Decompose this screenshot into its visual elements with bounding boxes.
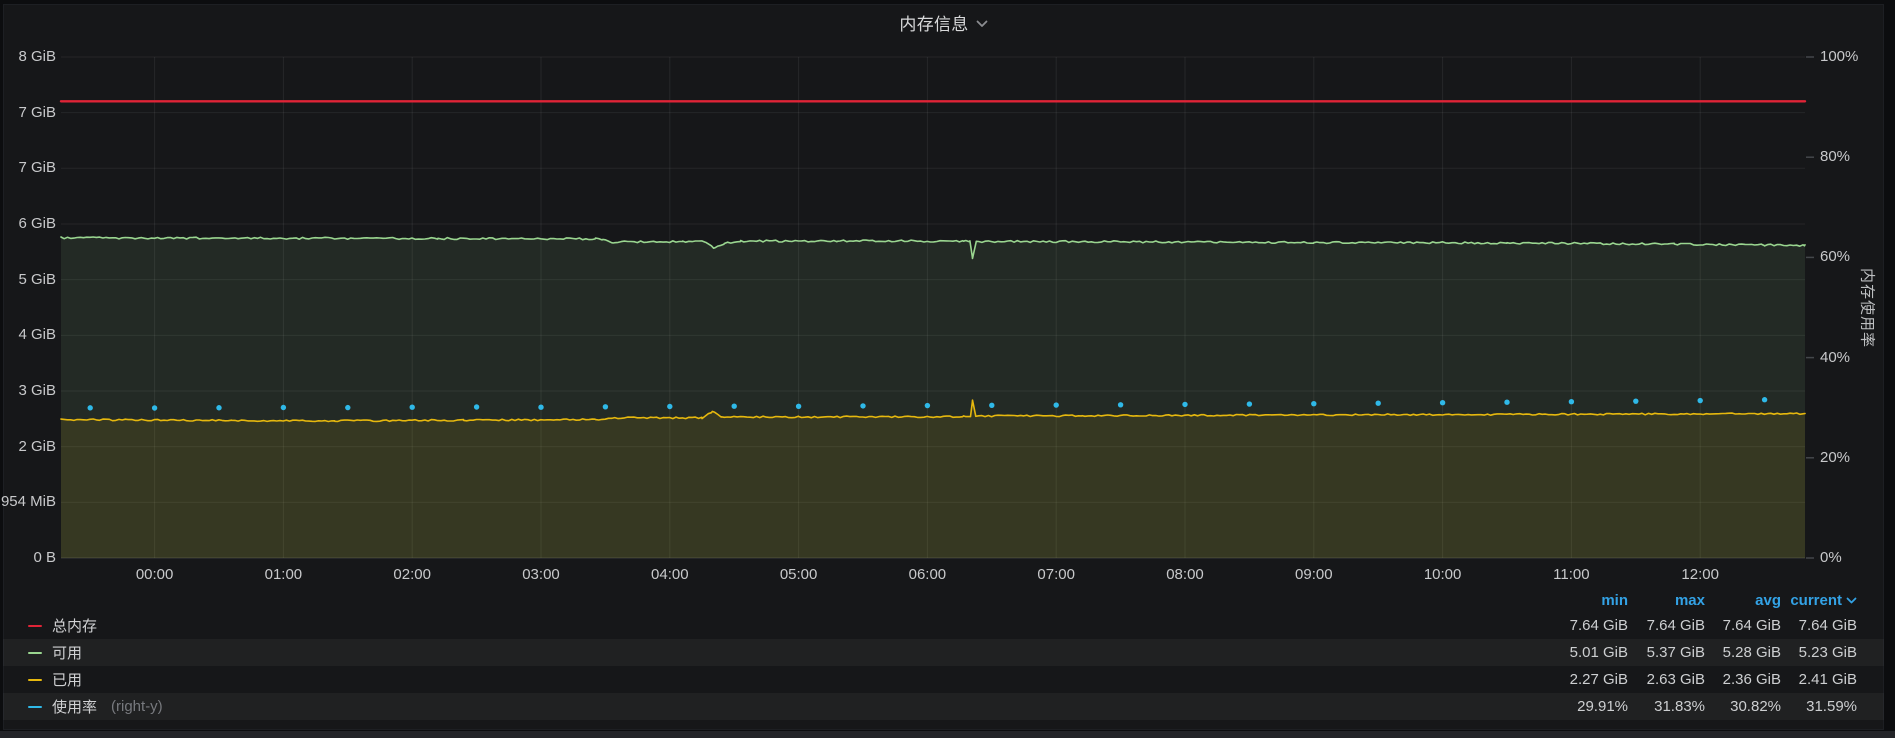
memory-usage-chart bbox=[0, 0, 1895, 590]
series-point-usage-rate bbox=[732, 403, 737, 408]
x-axis-label: 08:00 bbox=[1149, 566, 1221, 584]
legend-value-min: 2.27 GiB bbox=[1550, 671, 1628, 688]
series-name-used[interactable]: 已用 bbox=[52, 669, 82, 690]
y-axis-left-label: 7 GiB bbox=[0, 159, 56, 177]
legend-value-avg: 5.28 GiB bbox=[1705, 644, 1781, 661]
x-axis-label: 00:00 bbox=[119, 566, 191, 584]
y-axis-left-label: 954 MiB bbox=[0, 493, 56, 511]
legend-row-total-memory: 总内存 7.64 GiB 7.64 GiB 7.64 GiB 7.64 GiB bbox=[3, 612, 1884, 639]
legend-header-avg[interactable]: avg bbox=[1705, 592, 1781, 609]
series-point-usage-rate bbox=[796, 404, 801, 409]
series-point-usage-rate bbox=[345, 405, 350, 410]
series-axis-suffix: (right-y) bbox=[111, 698, 163, 715]
series-name-available[interactable]: 可用 bbox=[52, 642, 82, 663]
legend-row-usage-rate: 使用率 (right-y) 29.91% 31.83% 30.82% 31.59… bbox=[3, 693, 1884, 720]
legend-value-max: 7.64 GiB bbox=[1628, 617, 1705, 634]
series-swatch-total-memory[interactable] bbox=[28, 625, 42, 627]
series-point-usage-rate bbox=[1633, 398, 1638, 403]
x-axis-label: 12:00 bbox=[1664, 566, 1736, 584]
legend-value-current: 5.23 GiB bbox=[1781, 644, 1857, 661]
y-axis-left-label: 0 B bbox=[0, 549, 56, 567]
series-point-usage-rate bbox=[989, 403, 994, 408]
x-axis-label: 03:00 bbox=[505, 566, 577, 584]
legend-row-available: 可用 5.01 GiB 5.37 GiB 5.28 GiB 5.23 GiB bbox=[3, 639, 1884, 666]
series-point-usage-rate bbox=[1504, 399, 1509, 404]
legend-value-min: 7.64 GiB bbox=[1550, 617, 1628, 634]
series-point-usage-rate bbox=[1762, 397, 1767, 402]
legend-header-current[interactable]: current bbox=[1781, 592, 1857, 609]
series-point-usage-rate bbox=[281, 405, 286, 410]
legend-value-avg: 30.82% bbox=[1705, 698, 1781, 715]
legend-value-max: 2.63 GiB bbox=[1628, 671, 1705, 688]
legend-header-current-label[interactable]: current bbox=[1790, 592, 1842, 609]
legend-header-min[interactable]: min bbox=[1550, 592, 1628, 609]
y-axis-left-label: 7 GiB bbox=[0, 104, 56, 122]
series-point-usage-rate bbox=[152, 405, 157, 410]
x-axis-label: 11:00 bbox=[1535, 566, 1607, 584]
series-swatch-usage-rate[interactable] bbox=[28, 706, 42, 708]
legend-value-max: 31.83% bbox=[1628, 698, 1705, 715]
series-point-usage-rate bbox=[1569, 399, 1574, 404]
legend-table: min max avg current 总内存 7.64 GiB 7.64 Gi… bbox=[3, 588, 1884, 720]
y-axis-left-label: 8 GiB bbox=[0, 48, 56, 66]
series-point-usage-rate bbox=[1182, 402, 1187, 407]
y-axis-right-label: 40% bbox=[1820, 349, 1850, 367]
y-axis-left-label: 3 GiB bbox=[0, 382, 56, 400]
series-point-usage-rate bbox=[860, 403, 865, 408]
y-axis-right-label: 80% bbox=[1820, 148, 1850, 166]
x-axis-label: 10:00 bbox=[1407, 566, 1479, 584]
series-point-usage-rate bbox=[538, 404, 543, 409]
series-swatch-available[interactable] bbox=[28, 652, 42, 654]
series-point-usage-rate bbox=[1054, 402, 1059, 407]
x-axis-label: 07:00 bbox=[1020, 566, 1092, 584]
x-axis-label: 02:00 bbox=[376, 566, 448, 584]
series-point-usage-rate bbox=[474, 404, 479, 409]
x-axis-label: 05:00 bbox=[763, 566, 835, 584]
series-point-usage-rate bbox=[1311, 401, 1316, 406]
y-axis-right-label: 0% bbox=[1820, 549, 1842, 567]
x-axis-label: 06:00 bbox=[891, 566, 963, 584]
y-axis-right-label: 100% bbox=[1820, 48, 1858, 66]
sort-chevron-down-icon bbox=[1846, 597, 1857, 604]
legend-header-row: min max avg current bbox=[3, 588, 1884, 612]
y-axis-left-label: 5 GiB bbox=[0, 271, 56, 289]
legend-row-used: 已用 2.27 GiB 2.63 GiB 2.36 GiB 2.41 GiB bbox=[3, 666, 1884, 693]
series-name-total-memory[interactable]: 总内存 bbox=[52, 615, 97, 636]
legend-value-current: 7.64 GiB bbox=[1781, 617, 1857, 634]
legend-value-min: 5.01 GiB bbox=[1550, 644, 1628, 661]
dashboard-page: 内存信息 0 B954 MiB2 GiB3 GiB4 GiB5 GiB6 GiB… bbox=[0, 0, 1895, 738]
series-point-usage-rate bbox=[88, 405, 93, 410]
series-point-usage-rate bbox=[1118, 402, 1123, 407]
series-name-usage-rate[interactable]: 使用率 bbox=[52, 696, 97, 717]
y-axis-right-label: 20% bbox=[1820, 449, 1850, 467]
series-point-usage-rate bbox=[667, 404, 672, 409]
page-bottom-strip bbox=[0, 731, 1895, 738]
y-axis-left-label: 2 GiB bbox=[0, 438, 56, 456]
series-point-usage-rate bbox=[925, 403, 930, 408]
x-axis-label: 01:00 bbox=[247, 566, 319, 584]
legend-value-max: 5.37 GiB bbox=[1628, 644, 1705, 661]
series-point-usage-rate bbox=[1376, 400, 1381, 405]
y-axis-left-label: 4 GiB bbox=[0, 326, 56, 344]
series-point-usage-rate bbox=[603, 404, 608, 409]
x-axis-label: 09:00 bbox=[1278, 566, 1350, 584]
series-point-usage-rate bbox=[1247, 401, 1252, 406]
series-swatch-used[interactable] bbox=[28, 679, 42, 681]
series-point-usage-rate bbox=[1440, 400, 1445, 405]
x-axis-label: 04:00 bbox=[634, 566, 706, 584]
legend-value-min: 29.91% bbox=[1550, 698, 1628, 715]
legend-value-avg: 2.36 GiB bbox=[1705, 671, 1781, 688]
y-axis-right-label: 60% bbox=[1820, 248, 1850, 266]
series-area-used bbox=[61, 400, 1805, 558]
legend-value-current: 31.59% bbox=[1781, 698, 1857, 715]
series-point-usage-rate bbox=[216, 405, 221, 410]
right-axis-title: 内存使用率 bbox=[1858, 268, 1879, 348]
series-point-usage-rate bbox=[1698, 398, 1703, 403]
legend-header-max[interactable]: max bbox=[1628, 592, 1705, 609]
series-point-usage-rate bbox=[410, 404, 415, 409]
legend-value-avg: 7.64 GiB bbox=[1705, 617, 1781, 634]
y-axis-left-label: 6 GiB bbox=[0, 215, 56, 233]
legend-value-current: 2.41 GiB bbox=[1781, 671, 1857, 688]
